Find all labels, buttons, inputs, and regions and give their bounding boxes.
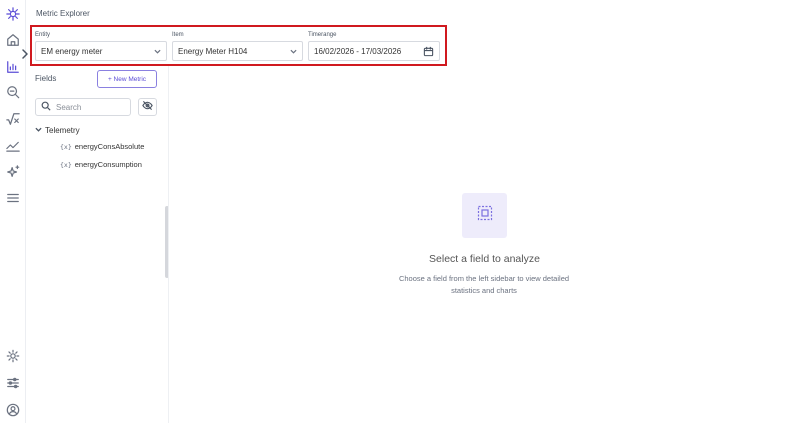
menu-icon[interactable] [4, 189, 22, 207]
group-label: Telemetry [45, 126, 80, 135]
fields-heading: Fields [35, 74, 57, 83]
field-item-label: energyConsumption [74, 160, 142, 169]
entity-dropdown[interactable]: EM energy meter [35, 41, 167, 61]
sparkle-icon[interactable] [4, 163, 22, 181]
item-value: Energy Meter H104 [178, 46, 248, 56]
empty-state-title: Select a field to analyze [429, 253, 540, 265]
expand-sidebar-chevron-icon[interactable] [20, 48, 30, 60]
item-selector: Item Energy Meter H104 [172, 32, 303, 61]
calendar-icon[interactable] [423, 46, 434, 57]
logo-icon[interactable] [4, 5, 22, 23]
user-icon[interactable] [4, 401, 22, 419]
page-title: Metric Explorer [36, 9, 90, 18]
empty-state-description: Choose a field from the left sidebar to … [398, 274, 570, 295]
field-item-energyConsAbsolute[interactable]: {x} energyConsAbsolute [60, 142, 144, 151]
trend-icon[interactable] [4, 136, 22, 154]
fields-sidebar: Fields + New Metric Telemetry {x} energy… [26, 66, 169, 423]
entity-value: EM energy meter [41, 46, 103, 56]
frame-select-icon [477, 205, 493, 226]
chevron-down-icon [35, 126, 45, 135]
search-input[interactable] [56, 102, 126, 112]
new-metric-button[interactable]: + New Metric [97, 70, 157, 88]
search-box [35, 98, 131, 116]
sqrt-icon[interactable] [4, 110, 22, 128]
field-item-label: energyConsAbsolute [74, 142, 145, 151]
search-icon [41, 98, 51, 116]
timerange-label: Timerange [308, 32, 337, 38]
sliders-icon[interactable] [4, 374, 22, 392]
variable-icon: {x} [60, 160, 72, 169]
toggle-visibility-button[interactable] [138, 98, 157, 116]
home-icon[interactable] [4, 31, 22, 49]
timerange-value: 16/02/2026 - 17/03/2026 [314, 46, 402, 56]
selector-bar: Entity EM energy meter Item Energy Meter… [30, 25, 447, 66]
settings-icon[interactable] [4, 347, 22, 365]
item-label: Item [172, 32, 184, 38]
empty-state: Select a field to analyze Choose a field… [169, 66, 800, 423]
field-item-energyConsumption[interactable]: {x} energyConsumption [60, 160, 142, 169]
chevron-down-icon [154, 48, 161, 55]
timerange-picker[interactable]: 16/02/2026 - 17/03/2026 [308, 41, 440, 61]
chevron-down-icon [290, 48, 297, 55]
entity-selector: Entity EM energy meter [35, 32, 167, 61]
group-header-telemetry[interactable]: Telemetry [35, 126, 80, 135]
variable-icon: {x} [60, 142, 72, 151]
chart-icon[interactable] [4, 58, 22, 76]
timerange-selector: Timerange 16/02/2026 - 17/03/2026 [308, 32, 440, 61]
empty-state-icon-box [462, 193, 507, 238]
icon-rail [0, 0, 26, 423]
entity-label: Entity [35, 32, 51, 38]
item-dropdown[interactable]: Energy Meter H104 [172, 41, 303, 61]
search-zoom-icon[interactable] [4, 83, 22, 101]
eye-off-icon [142, 98, 153, 116]
